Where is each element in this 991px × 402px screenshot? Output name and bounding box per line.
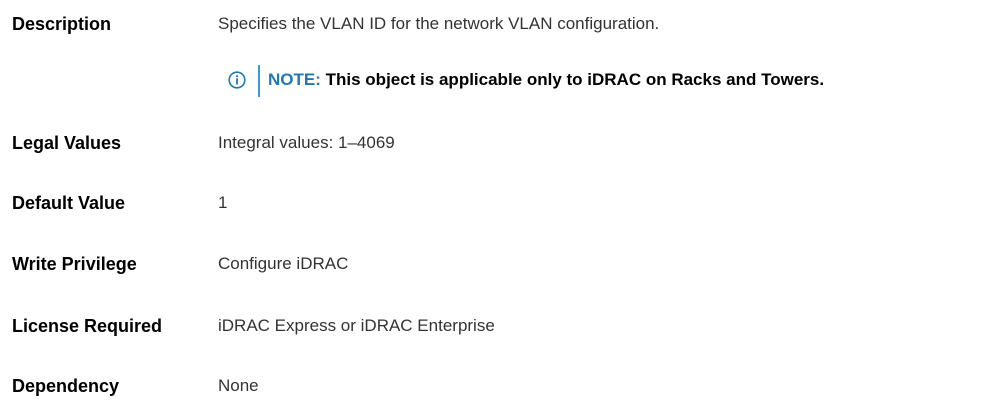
note-callout: NOTE: This object is applicable only to … xyxy=(228,62,988,100)
row-description: Description Specifies the VLAN ID for th… xyxy=(0,8,991,40)
row-dependency: Dependency None xyxy=(0,370,991,402)
description-label: Description xyxy=(12,14,112,34)
license-required-label: License Required xyxy=(12,316,163,336)
note-body: This object is applicable only to iDRAC … xyxy=(325,70,825,89)
row-default-value: Default Value 1 xyxy=(0,187,991,219)
note-divider xyxy=(258,65,260,97)
note-prefix: NOTE: xyxy=(268,70,321,89)
default-value-value: 1 xyxy=(218,193,228,212)
legal-values-value: Integral values: 1–4069 xyxy=(218,133,395,152)
note-text: NOTE: This object is applicable only to … xyxy=(268,62,824,98)
description-value: Specifies the VLAN ID for the network VL… xyxy=(218,14,660,33)
default-value-label: Default Value xyxy=(12,193,126,213)
legal-values-label: Legal Values xyxy=(12,133,122,153)
write-privilege-label: Write Privilege xyxy=(12,254,137,274)
dependency-value: None xyxy=(218,376,259,395)
row-license-required: License Required iDRAC Express or iDRAC … xyxy=(0,310,991,342)
row-write-privilege: Write Privilege Configure iDRAC xyxy=(0,248,991,280)
write-privilege-value: Configure iDRAC xyxy=(218,254,349,273)
dependency-label: Dependency xyxy=(12,376,120,396)
info-icon xyxy=(228,71,246,89)
row-legal-values: Legal Values Integral values: 1–4069 xyxy=(0,127,991,159)
license-required-value: iDRAC Express or iDRAC Enterprise xyxy=(218,316,495,335)
